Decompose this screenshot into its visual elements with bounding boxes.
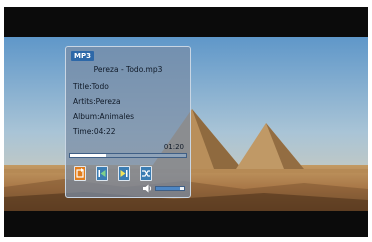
track-filename: Pereza - Todo.mp3 (93, 65, 163, 74)
progress-fill (70, 154, 106, 157)
shuffle-button[interactable] (140, 166, 152, 181)
format-badge: MP3 (71, 51, 94, 61)
tv-screen: MP3 Pereza - Todo.mp3 Title:Todo Artits:… (4, 7, 368, 237)
repeat-icon (76, 168, 84, 178)
speaker-icon (143, 184, 152, 193)
next-icon (120, 170, 128, 177)
shuffle-icon (142, 170, 150, 177)
previous-icon (98, 170, 106, 177)
repeat-button[interactable] (74, 166, 86, 181)
next-button[interactable] (118, 166, 130, 181)
volume-fill (156, 187, 180, 190)
track-artist: Artits:Pereza (73, 97, 121, 106)
track-album: Album:Animales (73, 112, 135, 121)
track-title: Title:Todo (73, 82, 109, 91)
previous-button[interactable] (96, 166, 108, 181)
music-info-panel: MP3 Pereza - Todo.mp3 Title:Todo Artits:… (65, 46, 191, 198)
track-duration: Time:04:22 (73, 127, 116, 136)
progress-bar[interactable] (69, 153, 187, 158)
elapsed-time: 01:20 (163, 143, 184, 151)
volume-bar[interactable] (155, 186, 185, 191)
